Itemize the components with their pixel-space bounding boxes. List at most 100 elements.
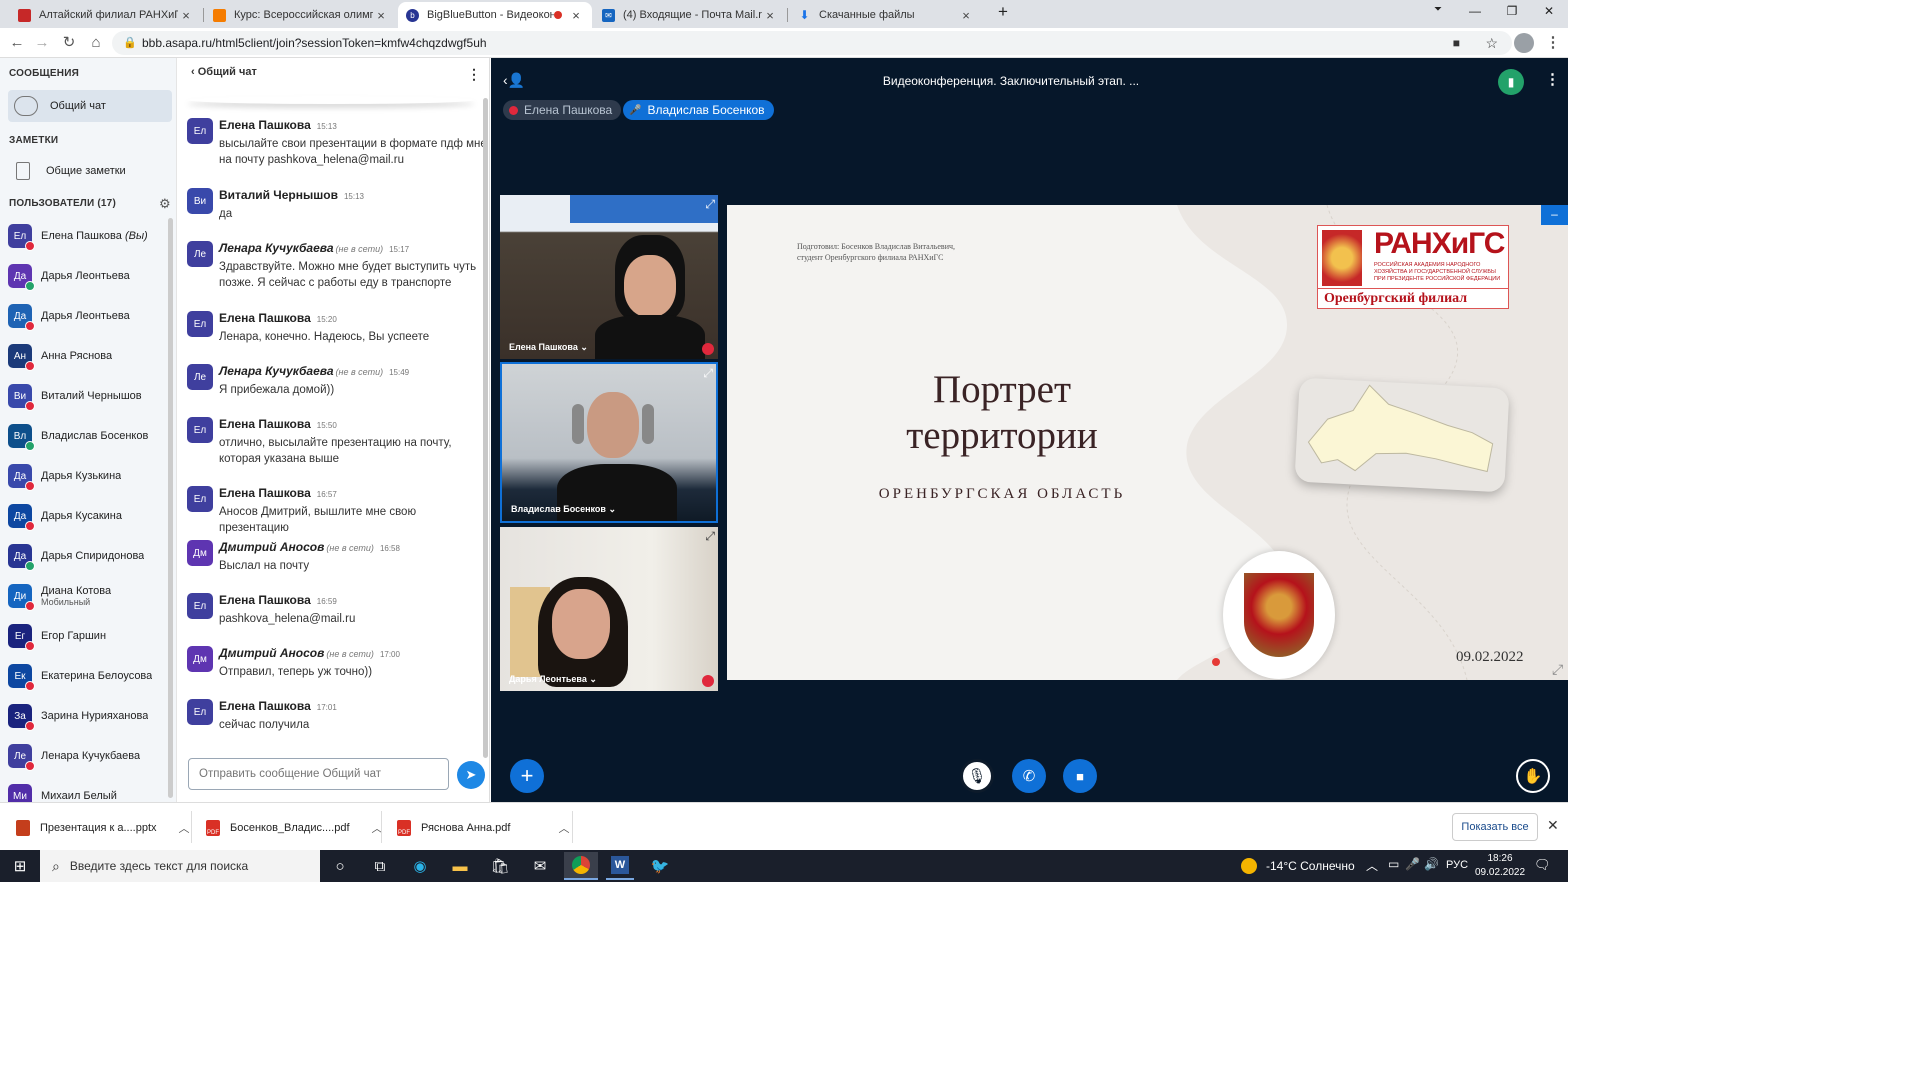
show-all-downloads-button[interactable]: Показать все	[1452, 813, 1538, 841]
mute-button[interactable]: 🎙	[960, 759, 994, 793]
forward-icon[interactable]: →	[32, 33, 52, 53]
close-icon[interactable]: ×	[373, 8, 389, 23]
fullscreen-icon[interactable]: ⤢	[1552, 661, 1563, 678]
raise-hand-button[interactable]: ✋	[1516, 759, 1550, 793]
minimize-icon[interactable]: —	[1460, 4, 1490, 22]
address-bar[interactable]: 🔒 bbb.asapa.ru/html5client/join?sessionT…	[112, 31, 1512, 55]
chat-message-input[interactable]	[188, 758, 449, 790]
user-list-item[interactable]: Да Дарья Кузькина	[8, 460, 172, 492]
chevron-up-icon[interactable]: ︿	[1366, 857, 1378, 874]
network-icon[interactable]: ▭	[1388, 857, 1399, 871]
notifications-icon[interactable]: 🗨	[1534, 857, 1551, 873]
edge-icon[interactable]: ◉	[406, 854, 434, 878]
user-name: Ленара Кучукбаева	[41, 750, 140, 762]
webcam-tile-active[interactable]: ⤢ Владислав Босенков ⌄	[500, 362, 718, 523]
chrome-icon[interactable]	[564, 852, 598, 880]
message-header: Елена Пашкова 15:20	[219, 311, 337, 325]
settings-gear-icon[interactable]: ⚙	[159, 196, 171, 212]
close-icon[interactable]: ×	[958, 8, 974, 23]
store-icon[interactable]: 🛍	[486, 854, 514, 878]
share-webcam-button[interactable]: ■	[1063, 759, 1097, 793]
browser-tab[interactable]: ✉ (4) Входящие - Почта Mail.ru ×	[594, 2, 786, 28]
download-item[interactable]: PDF Ряснова Анна.pdf ︿	[397, 817, 569, 839]
shared-notes-item[interactable]: Общие заметки	[8, 155, 172, 187]
download-item[interactable]: PDF Босенков_Владис....pdf ︿	[206, 817, 383, 839]
mail-app-icon[interactable]: ✉	[526, 854, 554, 878]
fullscreen-icon[interactable]: ⤢	[705, 530, 715, 542]
reload-icon[interactable]: ↻	[59, 33, 79, 53]
windows-start-icon[interactable]: ⊞	[6, 854, 34, 878]
send-button[interactable]: ➤	[457, 761, 485, 789]
user-list-scrollbar[interactable]	[168, 218, 173, 798]
close-icon[interactable]: ✕	[1547, 817, 1559, 834]
user-list-item[interactable]: Да Дарья Леонтьева	[8, 260, 172, 292]
webcam-tile[interactable]: ⤢ Дарья Леонтьева ⌄	[500, 527, 718, 691]
user-list-item[interactable]: Ег Егор Гаршин	[8, 620, 172, 652]
volume-icon[interactable]: 🔊	[1424, 857, 1439, 871]
options-kebab-icon[interactable]: ⋮	[1545, 70, 1560, 88]
windows-taskbar: ⊞ ⌕ Введите здесь текст для поиска ○ ⧉ ◉…	[0, 850, 1568, 882]
message-text: да	[219, 208, 233, 220]
user-list-item[interactable]: Да Дарья Леонтьева	[8, 300, 172, 332]
task-view-icon[interactable]: ⧉	[366, 854, 394, 878]
chevron-up-icon[interactable]: ︿	[179, 820, 190, 836]
user-list-item[interactable]: Ан Анна Ряснова	[8, 340, 172, 372]
chat-options-icon[interactable]: ⋮	[467, 66, 481, 83]
bookmark-star-icon[interactable]: ☆	[1485, 31, 1498, 55]
user-list-item[interactable]: Да Дарья Спиридонова	[8, 540, 172, 572]
new-tab-button[interactable]: +	[988, 2, 1018, 21]
user-list-item[interactable]: Ди Диана Котова Мобильный	[8, 580, 172, 612]
profile-avatar[interactable]	[1514, 33, 1534, 53]
toggle-userlist-icon[interactable]: ‹👤	[503, 72, 525, 89]
user-list-item[interactable]: Да Дарья Кусакина	[8, 500, 172, 532]
browser-tab[interactable]: Алтайский филиал РАНХиГС ×	[10, 2, 202, 28]
fullscreen-icon[interactable]: ⤢	[703, 367, 713, 379]
browser-tab[interactable]: Курс: Всероссийская олимпиада ×	[205, 2, 397, 28]
sun-weather-icon	[1241, 858, 1257, 874]
chat-scrollbar[interactable]	[483, 98, 488, 758]
actions-button[interactable]: +	[510, 759, 544, 793]
weather-text[interactable]: -14°C Солнечно	[1266, 859, 1355, 873]
user-list-item[interactable]: За Зарина Нурияханова	[8, 700, 172, 732]
menu-kebab-icon[interactable]: ⋮	[1543, 33, 1563, 53]
coat-of-arms-icon	[1244, 573, 1314, 657]
cortana-icon[interactable]: ○	[326, 854, 354, 878]
user-name-text: Анна Ряснова	[41, 350, 113, 362]
back-icon[interactable]: ←	[7, 33, 27, 53]
clock[interactable]: 18:26 09.02.2022	[1475, 852, 1525, 880]
camera-icon[interactable]: ■	[1453, 31, 1460, 55]
microphone-icon[interactable]: 🎤	[1405, 857, 1420, 871]
public-chat-item[interactable]: Общий чат	[8, 90, 172, 122]
fullscreen-icon[interactable]: ⤢	[705, 198, 715, 210]
offline-status: (не в сети)	[326, 649, 374, 659]
hand-icon: ✋	[1523, 768, 1543, 785]
close-icon[interactable]: ×	[762, 8, 778, 23]
taskbar-search-box[interactable]: ⌕ Введите здесь текст для поиска	[40, 850, 320, 882]
browser-tab[interactable]: ⬇ Скачанные файлы ×	[790, 2, 982, 28]
user-list-item[interactable]: Ек Екатерина Белоусова	[8, 660, 172, 692]
minimize-presentation-button[interactable]: –	[1541, 205, 1568, 225]
close-icon[interactable]: ×	[568, 8, 584, 23]
home-icon[interactable]: ⌂	[86, 33, 106, 53]
language-indicator[interactable]: РУС	[1446, 859, 1468, 871]
user-list-item[interactable]: Ми Михаил Белый	[8, 780, 172, 802]
browser-tab-active[interactable]: b BigBlueButton - Видеоконф ×	[398, 2, 592, 28]
close-icon[interactable]: ×	[178, 8, 194, 23]
chevron-up-icon[interactable]: ︿	[558, 820, 569, 836]
close-window-icon[interactable]: ✕	[1534, 4, 1564, 22]
tab-search-icon[interactable]: ⏷	[1423, 4, 1453, 22]
user-list-item[interactable]: Ел Елена Пашкова (Вы)	[8, 220, 172, 252]
download-item[interactable]: Презентация к а....pptx ︿	[16, 817, 190, 839]
avatar-initials: Да	[13, 270, 27, 282]
user-list-item[interactable]: Ви Виталий Чернышов	[8, 380, 172, 412]
connection-status-icon[interactable]: ▮	[1498, 69, 1524, 95]
file-explorer-icon[interactable]: ▬	[446, 854, 474, 878]
webcam-tile[interactable]: ⤢ Елена Пашкова ⌄	[500, 195, 718, 359]
word-icon[interactable]: W	[606, 852, 634, 880]
app-icon[interactable]: 🐦	[646, 854, 674, 878]
maximize-icon[interactable]: ❐	[1497, 4, 1527, 22]
user-list-item[interactable]: Ле Ленара Кучукбаева	[8, 740, 172, 772]
user-list-item[interactable]: Вл Владислав Босенков	[8, 420, 172, 452]
chat-back-button[interactable]: ‹ Общий чат	[191, 66, 257, 78]
leave-audio-button[interactable]: ✆	[1012, 759, 1046, 793]
